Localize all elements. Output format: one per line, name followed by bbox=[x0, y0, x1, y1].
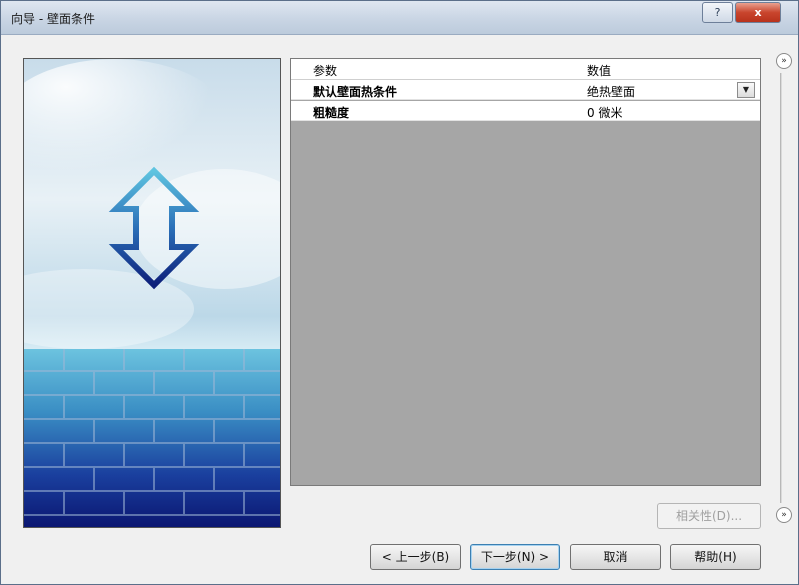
dropdown-arrow-icon[interactable]: ▼ bbox=[737, 82, 755, 98]
expand-top-icon[interactable]: » bbox=[776, 53, 792, 69]
window-title: 向导 - 壁面条件 bbox=[11, 12, 95, 26]
grid-header: 参数 数值 bbox=[291, 59, 760, 80]
title-help-button[interactable]: ? bbox=[702, 2, 733, 23]
table-row[interactable]: 粗糙度 0 微米 bbox=[291, 101, 760, 121]
parameter-name: 默认壁面热条件 bbox=[313, 85, 398, 99]
side-divider bbox=[780, 73, 782, 503]
back-button[interactable]: < 上一步(B) bbox=[370, 544, 461, 570]
parameter-value[interactable]: 0 微米 bbox=[587, 104, 622, 121]
table-row[interactable]: 默认壁面热条件 绝热壁面 ▼ bbox=[291, 80, 760, 100]
brick-wall bbox=[24, 349, 280, 527]
next-button[interactable]: 下一步(N) > bbox=[470, 544, 560, 570]
header-parameter[interactable]: 参数 bbox=[313, 62, 337, 79]
parameter-value[interactable]: 绝热壁面 bbox=[587, 83, 635, 100]
header-value[interactable]: 数值 bbox=[587, 62, 611, 79]
wizard-window: 向导 - 壁面条件 ? x 参数 数值 默认壁面热条件 绝热壁面 ▼ 粗糙度 0… bbox=[0, 0, 799, 585]
dependency-button[interactable]: 相关性(D)... bbox=[657, 503, 761, 529]
cancel-button[interactable]: 取消 bbox=[570, 544, 661, 570]
wall-condition-illustration bbox=[23, 58, 281, 528]
close-button[interactable]: x bbox=[735, 2, 781, 23]
help-button[interactable]: 帮助(H) bbox=[670, 544, 761, 570]
illustration-graphic bbox=[24, 59, 280, 527]
parameter-grid: 参数 数值 默认壁面热条件 绝热壁面 ▼ 粗糙度 0 微米 bbox=[290, 58, 761, 486]
cloud-shape bbox=[24, 269, 194, 349]
expand-bottom-icon[interactable]: » bbox=[776, 507, 792, 523]
title-bar[interactable]: 向导 - 壁面条件 ? x bbox=[1, 1, 798, 35]
parameter-name: 粗糙度 bbox=[313, 106, 350, 120]
